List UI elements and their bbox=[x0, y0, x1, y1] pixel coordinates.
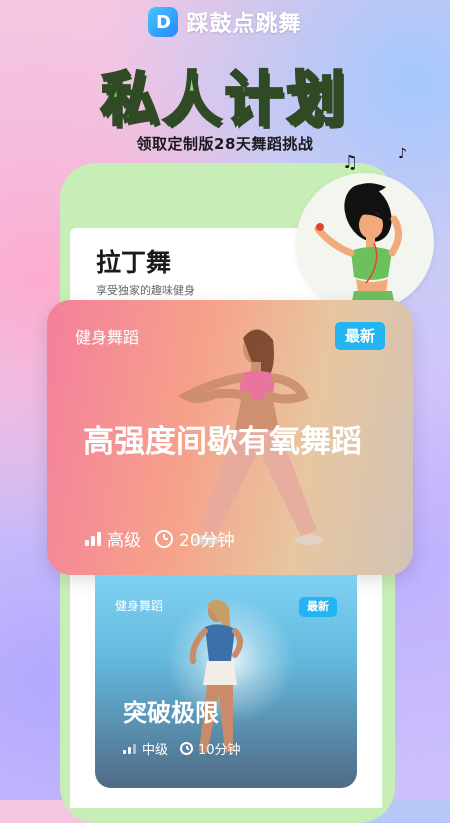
duration-label: 20分钟 bbox=[179, 531, 235, 551]
music-note-small-icon: ♪ bbox=[398, 146, 407, 162]
page-subtitle: 享受独家的趣味健身 bbox=[96, 284, 195, 297]
card-title: 高强度间歇有氧舞蹈 bbox=[83, 424, 362, 460]
hero-subtitle: 领取定制版28天舞蹈挑战 bbox=[136, 135, 314, 153]
card-meta: 中级 10分钟 bbox=[123, 739, 241, 758]
new-badge: 最新 bbox=[299, 597, 337, 617]
level-bars-icon bbox=[123, 743, 136, 754]
level-bars-icon bbox=[85, 531, 101, 546]
new-badge: 最新 bbox=[335, 322, 385, 350]
card-category: 健身舞蹈 bbox=[115, 599, 164, 613]
app-name: 踩鼓点跳舞 bbox=[186, 12, 302, 37]
card-title: 突破极限 bbox=[123, 699, 219, 727]
clock-icon bbox=[155, 529, 173, 548]
app-logo-icon: D bbox=[148, 7, 179, 37]
hero-title: 私人计划 bbox=[99, 64, 349, 135]
card-meta: 高级 20分钟 bbox=[85, 526, 235, 551]
card-category: 健身舞蹈 bbox=[75, 328, 140, 347]
workout-card-featured[interactable]: 健身舞蹈 最新 高强度间歇有氧舞蹈 高级 20分钟 bbox=[47, 300, 413, 575]
workout-card-second[interactable]: 健身舞蹈 最新 突破极限 中级 10分钟 bbox=[95, 575, 357, 788]
level-label: 高级 bbox=[107, 531, 141, 551]
dancer-avatar bbox=[296, 173, 434, 311]
dancer-illustration-icon bbox=[314, 183, 402, 311]
duration-label: 10分钟 bbox=[198, 743, 241, 758]
page-title: 拉丁舞 bbox=[96, 248, 172, 277]
level-label: 中级 bbox=[142, 743, 169, 758]
app-brand: D 踩鼓点跳舞 bbox=[0, 6, 450, 38]
music-note-icon: ♫ bbox=[342, 152, 359, 173]
clock-icon bbox=[180, 742, 194, 755]
